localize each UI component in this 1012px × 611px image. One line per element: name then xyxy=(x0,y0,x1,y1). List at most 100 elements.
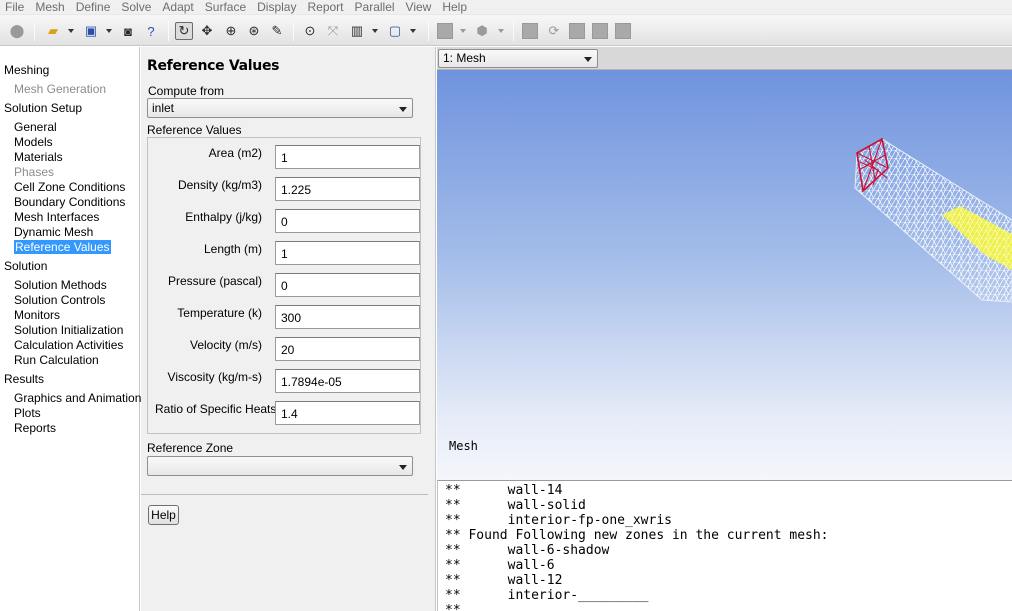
views-dropdown-icon[interactable] xyxy=(498,29,504,33)
field-input-pressure[interactable]: 0 xyxy=(275,273,420,297)
nav-section-results[interactable]: Results xyxy=(4,372,44,386)
menu-solve[interactable]: Solve xyxy=(116,0,157,14)
menu-view[interactable]: View xyxy=(401,0,438,14)
app-icon[interactable]: ⬤ xyxy=(8,22,26,40)
field-label: Pressure (pascal) xyxy=(167,274,262,288)
task-panel: Reference Values Compute from inlet Refe… xyxy=(141,47,436,611)
nav-item-general[interactable]: General xyxy=(14,120,57,134)
layout-icon[interactable]: ▥ xyxy=(348,22,366,40)
console-line: ** Found Following new zones in the curr… xyxy=(445,528,829,543)
pan-icon[interactable]: ✥ xyxy=(198,22,216,40)
nav-item-reports[interactable]: Reports xyxy=(14,421,56,435)
field-input-temperature[interactable]: 300 xyxy=(275,305,420,329)
nav-item-boundary-conditions[interactable]: Boundary Conditions xyxy=(14,195,125,209)
views-icon[interactable]: ⬢ xyxy=(473,22,491,40)
nav-item-models[interactable]: Models xyxy=(14,135,53,149)
reference-zone-label: Reference Zone xyxy=(147,441,234,455)
nav-item-dynamic-mesh[interactable]: Dynamic Mesh xyxy=(14,225,93,239)
field-input-velocity[interactable]: 20 xyxy=(275,337,420,361)
help-button[interactable]: Help xyxy=(148,505,179,525)
nav-section-meshing[interactable]: Meshing xyxy=(4,63,49,77)
help-icon[interactable]: ? xyxy=(142,22,160,40)
window-icon[interactable]: ▢ xyxy=(386,22,404,40)
zoom-box-icon[interactable]: ⊛ xyxy=(245,22,263,40)
field-label: Length (m) xyxy=(203,242,262,256)
field-input-area[interactable]: 1 xyxy=(275,145,420,169)
menu-surface[interactable]: Surface xyxy=(200,0,252,14)
field-input-density[interactable]: 1.225 xyxy=(275,177,420,201)
nav-item-mesh-interfaces[interactable]: Mesh Interfaces xyxy=(14,210,99,224)
console-line: ** xyxy=(445,603,461,611)
menu-mesh[interactable]: Mesh xyxy=(30,0,70,14)
nav-item-solution-methods[interactable]: Solution Methods xyxy=(14,278,107,292)
menu-adapt[interactable]: Adapt xyxy=(157,0,199,14)
reference-values-group: Area (m2) 1 Density (kg/m3) 1.225 Enthalpy (… xyxy=(147,137,421,434)
navigation-pane: Meshing Mesh Generation Solution Setup Gene… xyxy=(0,47,147,611)
field-input-viscosity[interactable]: 1.7894e-05 xyxy=(275,369,420,393)
field-label: Ratio of Specific Heats xyxy=(155,402,277,416)
zoom-to-fit-icon[interactable]: ⊙ xyxy=(301,22,319,40)
nav-item-monitors[interactable]: Monitors xyxy=(14,308,60,322)
nav-item-plots[interactable]: Plots xyxy=(14,406,41,420)
window-square-4-icon[interactable] xyxy=(615,23,631,39)
field-input-enthalpy[interactable]: 0 xyxy=(275,209,420,233)
menu-file[interactable]: File xyxy=(0,0,30,14)
graphics-window-bar: 1: Mesh xyxy=(437,47,1012,70)
solid-icon[interactable] xyxy=(437,23,453,39)
compute-from-label: Compute from xyxy=(148,84,225,98)
menu-define[interactable]: Define xyxy=(71,0,117,14)
nav-item-calculation-activities[interactable]: Calculation Activities xyxy=(14,338,123,352)
mesh-display xyxy=(854,137,1012,303)
field-label: Density (kg/m3) xyxy=(177,178,262,192)
field-input-length[interactable]: 1 xyxy=(275,241,420,265)
field-input-ratio-of-specific-heats[interactable]: 1.4 xyxy=(275,401,420,425)
window-square-2-icon[interactable] xyxy=(569,23,585,39)
nav-section-solution-setup[interactable]: Solution Setup xyxy=(4,101,82,115)
graphics-window-select[interactable]: 1: Mesh xyxy=(438,49,598,68)
reference-zone-select[interactable] xyxy=(147,456,413,476)
nav-item-phases: Phases xyxy=(14,165,55,179)
axes-icon[interactable]: ⤧ xyxy=(324,22,342,40)
save-icon[interactable]: ▣ xyxy=(82,22,100,40)
nav-item-cell-zone-conditions[interactable]: Cell Zone Conditions xyxy=(14,180,125,194)
nav-section-solution[interactable]: Solution xyxy=(4,259,47,273)
graphics-viewport[interactable]: Mesh xyxy=(437,70,1012,480)
menu-display[interactable]: Display xyxy=(252,0,302,14)
console-line: ** wall-6 xyxy=(445,558,555,573)
snapshot-icon[interactable]: ◙ xyxy=(119,22,137,40)
rotate-icon[interactable]: ↻ xyxy=(175,22,193,40)
menu-bar: File Mesh Define Solve Adapt Surface Display Re… xyxy=(0,0,1012,14)
probe-icon[interactable]: ✎ xyxy=(268,22,286,40)
console-line: ** interior-fp-one_xwris xyxy=(445,513,672,528)
nav-item-solution-controls[interactable]: Solution Controls xyxy=(14,293,105,307)
nav-item-solution-initialization[interactable]: Solution Initialization xyxy=(14,323,123,337)
window-dropdown-icon[interactable] xyxy=(410,29,416,33)
solid-dropdown-icon[interactable] xyxy=(460,29,466,33)
refresh-icon[interactable]: ⟳ xyxy=(545,22,563,40)
console-output[interactable]: ** wall-14 ** wall-solid ** interior-fp-on… xyxy=(437,480,1012,611)
console-line: ** interior-_________ xyxy=(445,588,649,603)
menu-parallel[interactable]: Parallel xyxy=(350,0,401,14)
window-square-1-icon[interactable] xyxy=(522,23,538,39)
field-label: Temperature (k) xyxy=(177,306,262,320)
nav-item-reference-values[interactable]: Reference Values xyxy=(14,240,111,254)
chevron-down-icon xyxy=(399,465,407,470)
reference-values-group-label: Reference Values xyxy=(147,123,242,137)
console-line: ** wall-solid xyxy=(445,498,586,513)
menu-help[interactable]: Help xyxy=(437,0,473,14)
nav-item-materials[interactable]: Materials xyxy=(14,150,63,164)
layout-dropdown-icon[interactable] xyxy=(372,29,378,33)
open-icon[interactable]: ▰ xyxy=(44,22,62,40)
graphics-window-select-value: 1: Mesh xyxy=(443,51,486,65)
field-label: Viscosity (kg/m-s) xyxy=(167,370,262,384)
window-square-3-icon[interactable] xyxy=(592,23,608,39)
compute-from-select[interactable]: inlet xyxy=(147,98,413,118)
save-dropdown-icon[interactable] xyxy=(106,29,112,33)
nav-item-run-calculation[interactable]: Run Calculation xyxy=(14,353,99,367)
menu-report[interactable]: Report xyxy=(302,0,349,14)
panel-divider xyxy=(141,494,428,495)
nav-item-graphics-and-animations[interactable]: Graphics and Animations xyxy=(14,391,147,405)
open-dropdown-icon[interactable] xyxy=(68,29,74,33)
console-line: ** wall-14 xyxy=(445,483,563,498)
zoom-in-icon[interactable]: ⊕ xyxy=(222,22,240,40)
